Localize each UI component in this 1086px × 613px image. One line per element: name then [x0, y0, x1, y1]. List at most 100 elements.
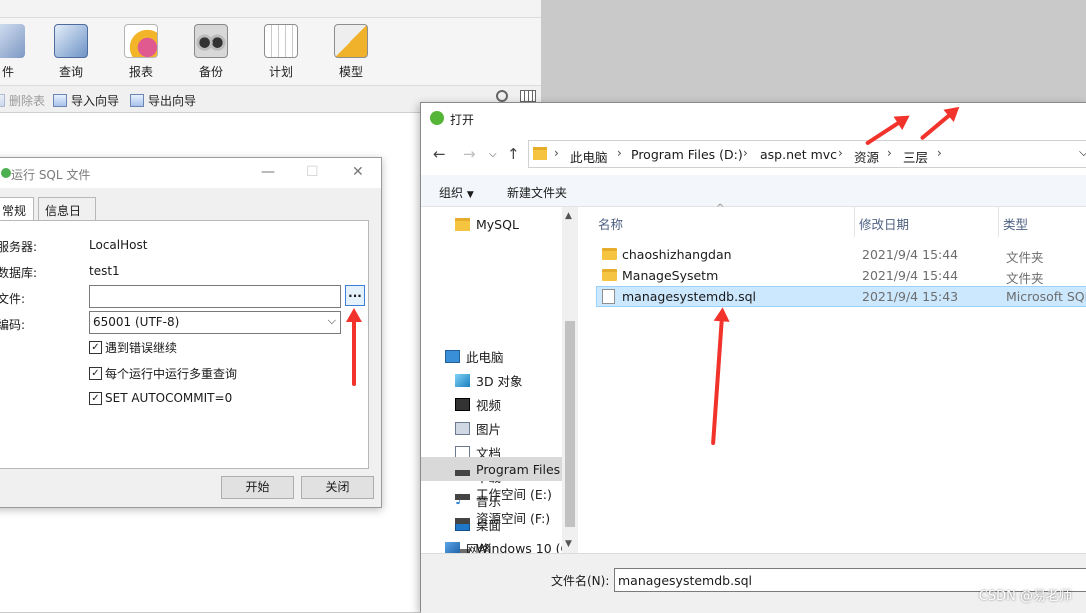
sql-file-icon: [602, 289, 615, 307]
tab-general[interactable]: 常规: [0, 197, 34, 221]
breadcrumb-separator-icon: ›: [887, 146, 892, 160]
export-wizard-button[interactable]: 导出向导: [130, 92, 196, 109]
drive-icon: [455, 462, 470, 476]
breadcrumb-separator-icon: ›: [743, 146, 748, 160]
drive-icon: [455, 486, 470, 500]
file-type: 文件夹: [1006, 250, 1044, 265]
run-sql-file-dialog: 运行 SQL 文件 — ☐ ✕ 常规 信息日志 服务器: LocalHost 数…: [0, 157, 382, 508]
schedule-icon: [264, 24, 298, 58]
close-button[interactable]: 关闭: [301, 476, 374, 499]
file-name: chaoshizhangdan: [622, 247, 732, 262]
tree-item-mysql[interactable]: MySQL: [421, 212, 565, 236]
maximize-icon: ☐: [306, 164, 319, 180]
tree-item-program-files-d[interactable]: Program Files (: [421, 457, 565, 481]
address-dropdown-icon[interactable]: ⌵: [1079, 144, 1086, 160]
column-divider[interactable]: [854, 207, 855, 237]
multiple-queries-checkbox[interactable]: ✓ 每个运行中运行多重查询: [89, 365, 237, 382]
scroll-up-icon[interactable]: ▲: [565, 211, 572, 221]
toolbar-schedule-button[interactable]: 计划: [251, 24, 311, 82]
import-wizard-button[interactable]: 导入向导: [53, 92, 119, 109]
navigation-bar: ← → ⌵ ↑ › 此电脑 › Program Files (D:) › asp…: [421, 133, 1086, 175]
breadcrumb-resources[interactable]: 资源: [854, 147, 879, 166]
file-row-selected[interactable]: managesystemdb.sql 2021/9/4 15:43 Micros…: [596, 286, 1086, 307]
tab-message-log[interactable]: 信息日志: [38, 197, 96, 235]
navigation-scrollbar[interactable]: ▲ ▼: [562, 207, 578, 553]
breadcrumb-program-files[interactable]: Program Files (D:): [631, 147, 743, 162]
backup-icon: [194, 24, 228, 58]
address-bar[interactable]: › 此电脑 › Program Files (D:) › asp.net mvc…: [528, 140, 1086, 168]
tree-item-resources-f[interactable]: 资源空间 (F:): [421, 505, 565, 529]
continue-on-error-checkbox[interactable]: ✓ 遇到错误继续: [89, 339, 177, 356]
folder-icon: [455, 217, 470, 231]
video-icon: [455, 397, 470, 411]
encoding-select[interactable]: 65001 (UTF-8) ⌵: [89, 311, 341, 334]
tree-item-pictures[interactable]: 图片: [421, 416, 565, 440]
forward-icon: →: [463, 145, 476, 163]
minimize-icon[interactable]: —: [261, 164, 275, 180]
file-path-input[interactable]: [89, 285, 341, 308]
file-name: ManageSysetm: [622, 268, 719, 283]
breadcrumb-separator-icon: ›: [617, 146, 622, 160]
pictures-icon: [455, 421, 470, 435]
tree-item-videos[interactable]: 视频: [421, 392, 565, 416]
column-divider[interactable]: [998, 207, 999, 237]
annotation-arrow: [352, 316, 356, 386]
filename-label: 文件名(N):: [551, 574, 610, 588]
query-icon: [54, 24, 88, 58]
general-panel: 服务器: LocalHost 数据库: test1 文件: ... 编码: 65…: [0, 220, 369, 469]
sort-ascending-icon: ^: [716, 203, 725, 214]
file-row[interactable]: ManageSysetm 2021/9/4 15:44 文件夹: [596, 265, 1086, 286]
navicat-app-icon: [430, 111, 444, 125]
server-label: 服务器:: [0, 240, 38, 254]
computer-icon: [445, 349, 460, 363]
server-value: LocalHost: [89, 238, 148, 252]
organize-button[interactable]: 组织 ▼: [439, 184, 474, 201]
command-bar: 组织 ▼ 新建文件夹: [421, 175, 1086, 207]
toolbar-model-button[interactable]: 模型: [321, 24, 381, 82]
scroll-down-icon[interactable]: ▼: [565, 539, 572, 549]
tree-item-workspace-e[interactable]: 工作空间 (E:): [421, 481, 565, 505]
breadcrumb-this-pc[interactable]: 此电脑: [570, 147, 608, 166]
filename-bar: 文件名(N): managesystemdb.sql: [421, 553, 1086, 613]
start-button[interactable]: 开始: [221, 476, 294, 499]
encoding-label: 编码:: [0, 318, 26, 332]
breadcrumb-three-tier[interactable]: 三层: [903, 147, 928, 166]
file-label: 文件:: [0, 292, 26, 306]
browse-file-button[interactable]: ...: [345, 285, 365, 306]
folder-icon: [533, 147, 547, 160]
file-modified: 2021/9/4 15:43: [862, 289, 959, 304]
import-wizard-icon: [53, 94, 67, 107]
toolbar-query-button[interactable]: 查询: [41, 24, 101, 82]
file-type: Microsoft SQL: [1006, 289, 1086, 304]
column-header-modified[interactable]: 修改日期: [859, 214, 909, 233]
csdn-watermark: CSDN @易老师: [978, 589, 1072, 604]
folder-icon: [602, 248, 617, 263]
scrollbar-thumb[interactable]: [565, 321, 575, 527]
breadcrumb-separator-icon: ›: [937, 146, 942, 160]
toolbar-backup-button[interactable]: 备份: [181, 24, 241, 82]
file-modified: 2021/9/4 15:44: [862, 268, 959, 283]
tree-item-3d-objects[interactable]: 3D 对象: [421, 368, 565, 392]
search-icon[interactable]: [496, 90, 508, 102]
back-icon[interactable]: ←: [433, 145, 446, 163]
model-icon: [334, 24, 368, 58]
toolbar-function-button[interactable]: 件: [0, 24, 38, 82]
checkbox-checked-icon: ✓: [89, 341, 102, 354]
recent-locations-icon[interactable]: ⌵: [489, 149, 497, 160]
file-row[interactable]: chaoshizhangdan 2021/9/4 15:44 文件夹: [596, 244, 1086, 265]
file-modified: 2021/9/4 15:44: [862, 247, 959, 262]
up-icon[interactable]: ↑: [507, 145, 520, 163]
column-header-type[interactable]: 类型: [1003, 214, 1028, 233]
new-folder-button[interactable]: 新建文件夹: [507, 184, 567, 201]
close-icon[interactable]: ✕: [352, 164, 364, 180]
delete-table-button[interactable]: 删除表: [0, 92, 45, 109]
tree-item-this-pc[interactable]: 此电脑: [421, 344, 565, 368]
column-header-name[interactable]: 名称: [598, 214, 623, 233]
autocommit-checkbox[interactable]: ✓ SET AUTOCOMMIT=0: [89, 391, 232, 405]
open-dialog-title-bar: 打开: [421, 103, 1086, 133]
file-list: ^ 名称 修改日期 类型 chaoshizhangdan 2021/9/4 15…: [578, 203, 1086, 553]
file-name: managesystemdb.sql: [622, 289, 756, 304]
toolbar-report-button[interactable]: 报表: [111, 24, 171, 82]
breadcrumb-asp-net-mvc[interactable]: asp.net mvc: [760, 147, 837, 162]
grid-view-icon[interactable]: [520, 90, 536, 102]
